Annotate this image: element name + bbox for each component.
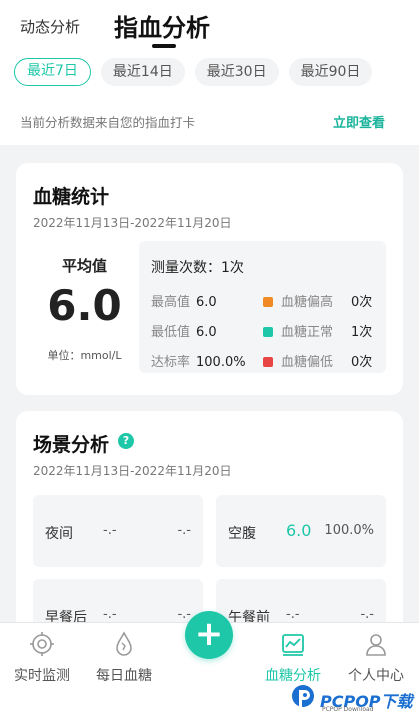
legend-low-value: 0次 [351, 355, 373, 370]
help-icon[interactable]: ? [118, 433, 134, 449]
range-14-days[interactable]: 最近14日 [100, 58, 185, 86]
tab-dynamic-analysis[interactable]: 动态分析 [20, 16, 80, 37]
legend-normal: 血糖正常 1次 [263, 321, 372, 340]
low-color-square [263, 357, 273, 367]
measure-count-value: 1次 [221, 260, 244, 276]
measure-count-label: 测量次数： [151, 260, 221, 276]
top-header: 动态分析 指血分析 最近7日 最近14日 最近30日 最近90日 当前分析数据来… [0, 0, 419, 145]
legend-normal-value: 1次 [351, 325, 373, 340]
rate-value: 100.0% [196, 355, 246, 370]
max-label: 最高值 [151, 295, 191, 310]
person-icon [366, 634, 386, 656]
max-value: 6.0 [196, 295, 217, 310]
stats-date-range: 2022年11月13日-2022年11月20日 [33, 216, 232, 230]
range-selector: 最近7日 最近14日 最近30日 最近90日 [14, 58, 373, 88]
scene-card-title: 场景分析 [33, 434, 110, 456]
measure-count: 测量次数：1次 [151, 257, 244, 277]
tab-finger-analysis[interactable]: 指血分析 [114, 8, 210, 43]
legend-low-label: 血糖偏低 [281, 355, 334, 370]
scene-name: 空腹 [228, 526, 256, 542]
unit-label: 单位：mmol/L [47, 349, 122, 362]
pcpop-brand-sub: PCPOP Download [322, 706, 374, 713]
scene-night[interactable]: 夜间 -.- -.- [33, 495, 203, 567]
nav-realtime-monitor[interactable]: 实时监测 [2, 631, 82, 685]
pcpop-watermark: PCPOP下载 PCPOP Download [290, 684, 415, 716]
max-value-row: 最高值 6.0 [151, 291, 217, 310]
nav-personal-center[interactable]: 个人中心 [336, 631, 416, 685]
stats-detail-box: 测量次数：1次 最高值 6.0 最低值 6.0 达标率 100.0% 血糖偏高 0次 血… [139, 241, 386, 373]
active-tab-indicator [152, 44, 176, 48]
nav-label: 实时监测 [14, 668, 70, 684]
glucose-stats-card: 血糖统计 2022年11月13日-2022年11月20日 平均值 6.0 单位：… [16, 163, 403, 395]
legend-normal-label: 血糖正常 [281, 325, 334, 340]
view-now-link[interactable]: 立即查看 [333, 112, 385, 131]
analysis-tabs: 动态分析 指血分析 [0, 0, 419, 52]
scene-fasting[interactable]: 空腹 6.0 100.0% [216, 495, 386, 567]
normal-color-square [263, 327, 273, 337]
legend-high-value: 0次 [351, 295, 373, 310]
scene-rate: -.- [177, 523, 191, 538]
stats-card-title: 血糖统计 [33, 186, 110, 208]
high-color-square [263, 297, 273, 307]
average-value: 6.0 [47, 281, 122, 330]
range-30-days[interactable]: 最近30日 [194, 58, 279, 86]
min-value: 6.0 [196, 325, 217, 340]
min-label: 最低值 [151, 325, 191, 340]
data-source-row: 当前分析数据来自您的指血打卡 立即查看 [20, 112, 385, 132]
average-label: 平均值 [61, 257, 107, 275]
scene-name: 夜间 [45, 526, 73, 542]
rate-label: 达标率 [151, 355, 191, 370]
scene-value: -.- [286, 607, 300, 622]
pcpop-logo-icon [292, 685, 314, 710]
range-90-days[interactable]: 最近90日 [288, 58, 373, 86]
nav-label: 每日血糖 [96, 668, 152, 684]
add-record-button[interactable]: + [185, 611, 233, 659]
scene-rate: 100.0% [324, 523, 374, 538]
scene-value: -.- [103, 607, 117, 622]
target-icon [30, 632, 54, 656]
scene-value: 6.0 [286, 521, 312, 540]
legend-low: 血糖偏低 0次 [263, 351, 372, 370]
legend-high-label: 血糖偏高 [281, 295, 334, 310]
scene-rate: -.- [360, 607, 374, 622]
scene-value: -.- [103, 523, 117, 538]
chart-icon [282, 634, 304, 656]
drop-icon [116, 631, 132, 656]
legend-high: 血糖偏高 0次 [263, 291, 372, 310]
nav-daily-glucose[interactable]: 每日血糖 [84, 631, 164, 685]
nav-glucose-analysis[interactable]: 血糖分析 [253, 631, 333, 685]
min-value-row: 最低值 6.0 [151, 321, 217, 340]
scene-date-range: 2022年11月13日-2022年11月20日 [33, 464, 232, 478]
nav-label: 血糖分析 [265, 668, 321, 684]
range-7-days[interactable]: 最近7日 [14, 58, 91, 86]
nav-label: 个人中心 [348, 668, 404, 684]
average-block: 平均值 6.0 单位：mmol/L [33, 245, 136, 367]
data-source-text: 当前分析数据来自您的指血打卡 [20, 115, 196, 130]
rate-row: 达标率 100.0% [151, 351, 246, 370]
